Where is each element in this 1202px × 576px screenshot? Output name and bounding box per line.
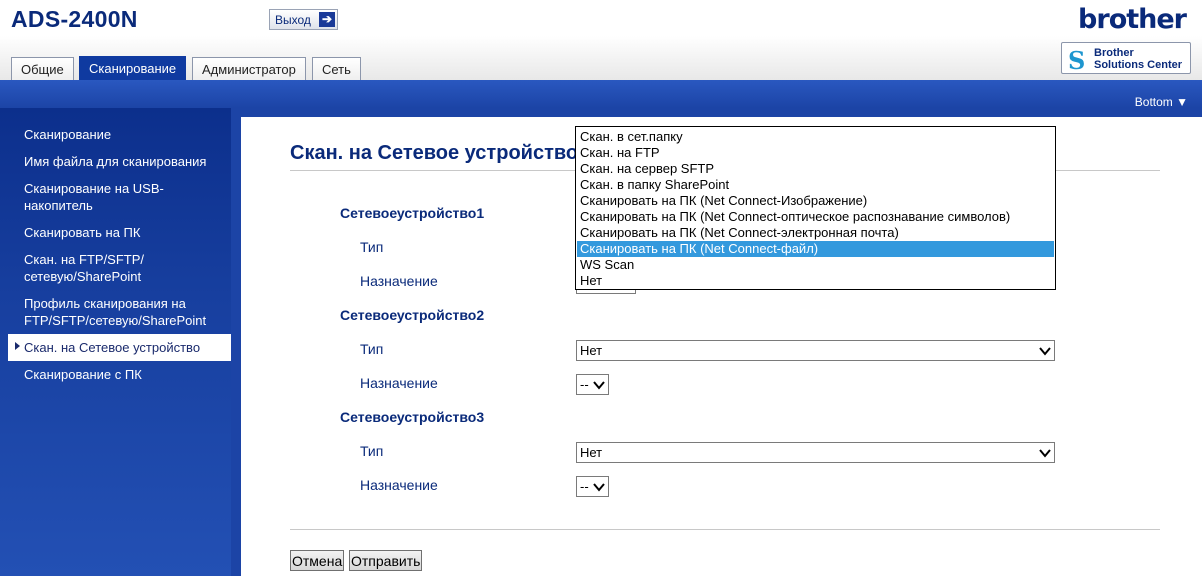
chevron-down-icon	[1039, 449, 1051, 458]
device3-dest-label: Назначение	[360, 477, 438, 493]
device3-heading: Сетевоеустройство3	[340, 409, 485, 425]
dropdown-option[interactable]: WS Scan	[577, 257, 1054, 273]
solutions-center-line1: Brother	[1094, 47, 1134, 59]
sidebar-item-scan[interactable]: Сканирование	[24, 126, 111, 143]
submit-button[interactable]: Отправить	[349, 550, 423, 571]
tab-scan[interactable]: Сканирование	[79, 56, 187, 80]
arrow-right-icon: ➔	[319, 12, 335, 27]
logout-button[interactable]: Выход ➔	[269, 9, 338, 30]
device2-heading: Сетевоеустройство2	[340, 307, 485, 323]
device3-type-select[interactable]: Нет	[576, 442, 1055, 463]
chevron-down-icon	[593, 381, 605, 390]
dropdown-option[interactable]: Скан. в сет.папку	[577, 129, 1054, 145]
sidebar-item-scan-usb[interactable]: Сканирование на USB-накопитель	[24, 180, 194, 214]
device3-type-value: Нет	[580, 445, 603, 460]
tab-admin[interactable]: Администратор	[192, 57, 306, 81]
solutions-center-line2: Solutions Center	[1094, 59, 1183, 71]
solutions-center-icon: S	[1068, 46, 1086, 75]
dropdown-option[interactable]: Нет	[577, 273, 1054, 289]
device2-type-select[interactable]: Нет	[576, 340, 1055, 361]
divider	[290, 529, 1160, 530]
triangle-right-icon	[15, 342, 20, 350]
device1-type-dropdown-list[interactable]: Скан. в сет.папку Скан. на FTP Скан. на …	[575, 126, 1056, 290]
dropdown-option[interactable]: Сканировать на ПК (Net Connect-Изображен…	[577, 193, 1054, 209]
device3-type-label: Тип	[360, 443, 384, 459]
device3-dest-value: --	[580, 479, 589, 494]
bottom-link[interactable]: Bottom ▼	[1135, 95, 1188, 109]
dropdown-option-selected[interactable]: Сканировать на ПК (Net Connect-файл)	[577, 241, 1054, 257]
sidebar-item-scan-profile[interactable]: Профиль сканирования на FTP/SFTP/сетевую…	[24, 295, 224, 329]
dropdown-option[interactable]: Скан. в папку SharePoint	[577, 177, 1054, 193]
page-title: Скан. на Сетевое устройство	[290, 142, 579, 164]
dropdown-option[interactable]: Сканировать на ПК (Net Connect-оптическо…	[577, 209, 1054, 225]
dropdown-option[interactable]: Скан. на FTP	[577, 145, 1054, 161]
device1-heading: Сетевоеустройство1	[340, 205, 485, 221]
device2-type-label: Тип	[360, 341, 384, 357]
dropdown-option[interactable]: Сканировать на ПК (Net Connect-электронн…	[577, 225, 1054, 241]
chevron-down-icon	[593, 483, 605, 492]
sidebar-item-scan-to-pc[interactable]: Сканировать на ПК	[24, 224, 140, 241]
sidebar-item-label: Скан. на Сетевое устройство	[24, 340, 201, 355]
sidebar-item-scan-from-pc[interactable]: Сканирование с ПК	[24, 366, 142, 383]
brother-logo[interactable]: brother	[1078, 4, 1187, 35]
dropdown-option[interactable]: Скан. на сервер SFTP	[577, 161, 1054, 177]
sidebar-item-scan-ftp[interactable]: Скан. на FTP/SFTP/сетевую/SharePoint	[24, 251, 224, 285]
chevron-down-icon	[1039, 347, 1051, 356]
device3-dest-select[interactable]: --	[576, 476, 609, 497]
device2-type-value: Нет	[580, 343, 603, 358]
model-name: ADS-2400N	[11, 6, 138, 32]
cancel-button[interactable]: Отмена	[290, 550, 345, 571]
device1-type-label: Тип	[360, 239, 384, 255]
device2-dest-select[interactable]: --	[576, 374, 609, 395]
nav-band	[0, 80, 1202, 108]
solutions-center-link[interactable]: S Brother Solutions Center	[1061, 42, 1191, 75]
tab-network[interactable]: Сеть	[312, 57, 361, 81]
device1-dest-label: Назначение	[360, 273, 438, 289]
sidebar-item-scan-network-device[interactable]: Скан. на Сетевое устройство	[8, 334, 231, 361]
device2-dest-value: --	[580, 377, 589, 392]
tab-general[interactable]: Общие	[11, 57, 74, 81]
device2-dest-label: Назначение	[360, 375, 438, 391]
logout-label: Выход	[275, 13, 311, 27]
sidebar-item-scan-filename[interactable]: Имя файла для сканирования	[24, 153, 206, 170]
